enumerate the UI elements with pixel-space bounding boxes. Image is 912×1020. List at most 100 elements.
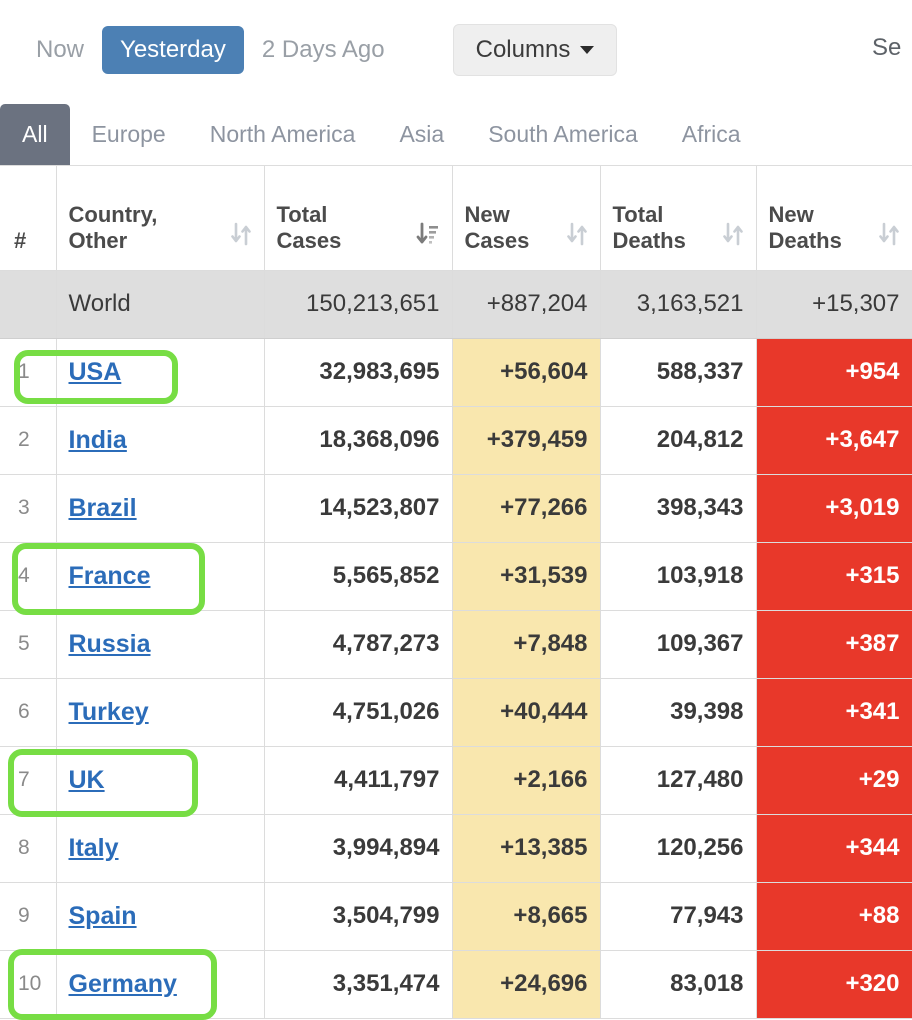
- cell-rank: 5: [0, 610, 57, 679]
- cell-total-deaths: 204,812: [600, 406, 757, 475]
- sort-descending-icon[interactable]: [416, 221, 440, 253]
- time-filter-now[interactable]: Now: [18, 26, 102, 74]
- column-header-country-line1: Country,: [68, 201, 158, 227]
- country-link[interactable]: India: [69, 426, 127, 454]
- country-link[interactable]: Brazil: [69, 494, 137, 522]
- cell-new-deaths: +88: [756, 882, 912, 951]
- column-header-total-deaths-line2: Deaths: [612, 227, 686, 253]
- cell-new-deaths: +15,307: [756, 270, 912, 339]
- country-link[interactable]: Turkey: [69, 698, 149, 726]
- country-link[interactable]: Germany: [69, 970, 177, 998]
- table-row[interactable]: 9 Spain 3,504,799 +8,665 77,943 +88: [0, 882, 912, 951]
- time-filter-2-days-ago[interactable]: 2 Days Ago: [244, 26, 403, 74]
- region-tab-all[interactable]: All: [0, 104, 70, 165]
- country-link[interactable]: Spain: [69, 902, 137, 930]
- column-header-total-cases-line1: Total: [276, 201, 328, 227]
- table-row-world[interactable]: World 150,213,651 +887,204 3,163,521 +15…: [0, 270, 912, 339]
- columns-button-label: Columns: [475, 36, 571, 63]
- cell-total-deaths: 103,918: [600, 542, 757, 611]
- region-tab-north-america[interactable]: North America: [188, 104, 378, 165]
- cell-new-deaths: +3,647: [756, 406, 912, 475]
- columns-dropdown-button[interactable]: Columns: [452, 24, 618, 76]
- cell-total-cases: 18,368,096: [264, 406, 453, 475]
- table-row[interactable]: 1 USA 32,983,695 +56,604 588,337 +954: [0, 338, 912, 407]
- cell-total-deaths: 77,943: [600, 882, 757, 951]
- cell-rank: 3: [0, 474, 57, 543]
- covid-statistics-table: # Country, Other Total Cases New Cases T…: [0, 166, 912, 1019]
- cell-rank: 9: [0, 882, 57, 951]
- region-tab-asia[interactable]: Asia: [377, 104, 466, 165]
- column-header-country[interactable]: Country, Other: [56, 166, 265, 271]
- sort-none-icon[interactable]: [878, 221, 900, 253]
- cell-rank: 8: [0, 814, 57, 883]
- table-row[interactable]: 8 Italy 3,994,894 +13,385 120,256 +344: [0, 814, 912, 883]
- table-body: World 150,213,651 +887,204 3,163,521 +15…: [0, 270, 912, 1019]
- top-toolbar: Now Yesterday 2 Days Ago Columns: [0, 0, 912, 100]
- cell-country: Brazil: [56, 474, 265, 543]
- cell-total-deaths: 127,480: [600, 746, 757, 815]
- country-link[interactable]: Italy: [69, 834, 119, 862]
- region-tab-south-america[interactable]: South America: [466, 104, 660, 165]
- cell-rank: [0, 270, 57, 339]
- column-header-country-line2: Other: [68, 227, 128, 253]
- cell-new-cases: +24,696: [452, 950, 601, 1019]
- cell-country: Germany: [56, 950, 265, 1019]
- sort-none-icon[interactable]: [722, 221, 744, 253]
- cell-new-cases: +77,266: [452, 474, 601, 543]
- country-link[interactable]: France: [69, 562, 151, 590]
- cell-total-cases: 3,994,894: [264, 814, 453, 883]
- column-header-new-deaths[interactable]: New Deaths: [756, 166, 912, 271]
- cell-rank: 4: [0, 542, 57, 611]
- cell-total-cases: 4,411,797: [264, 746, 453, 815]
- cell-new-deaths: +3,019: [756, 474, 912, 543]
- cell-country: India: [56, 406, 265, 475]
- cell-total-deaths: 3,163,521: [600, 270, 757, 339]
- table-row[interactable]: 2 India 18,368,096 +379,459 204,812 +3,6…: [0, 406, 912, 475]
- cell-total-deaths: 398,343: [600, 474, 757, 543]
- region-tab-bar: All Europe North America Asia South Amer…: [0, 104, 912, 166]
- region-tab-africa[interactable]: Africa: [660, 104, 763, 165]
- table-row[interactable]: 6 Turkey 4,751,026 +40,444 39,398 +341: [0, 678, 912, 747]
- column-header-total-cases[interactable]: Total Cases: [264, 166, 453, 271]
- column-header-new-cases-line1: New: [464, 201, 510, 227]
- cell-new-cases: +7,848: [452, 610, 601, 679]
- cell-total-cases: 3,351,474: [264, 950, 453, 1019]
- cell-new-deaths: +320: [756, 950, 912, 1019]
- table-row[interactable]: 7 UK 4,411,797 +2,166 127,480 +29: [0, 746, 912, 815]
- column-header-total-deaths[interactable]: Total Deaths: [600, 166, 757, 271]
- table-row[interactable]: 3 Brazil 14,523,807 +77,266 398,343 +3,0…: [0, 474, 912, 543]
- covid-statistics-table-container: # Country, Other Total Cases New Cases T…: [0, 166, 912, 1019]
- cell-total-deaths: 109,367: [600, 610, 757, 679]
- cell-total-deaths: 120,256: [600, 814, 757, 883]
- search-label: Se: [872, 34, 902, 61]
- country-link[interactable]: Russia: [69, 630, 151, 658]
- country-link[interactable]: UK: [69, 766, 105, 794]
- column-header-new-deaths-line2: Deaths: [768, 227, 842, 253]
- cell-country: Turkey: [56, 678, 265, 747]
- chevron-down-icon: [580, 46, 595, 54]
- table-row[interactable]: 4 France 5,565,852 +31,539 103,918 +315: [0, 542, 912, 611]
- sort-none-icon[interactable]: [230, 221, 252, 253]
- cell-total-cases: 32,983,695: [264, 338, 453, 407]
- column-header-new-cases[interactable]: New Cases: [452, 166, 601, 271]
- cell-rank: 7: [0, 746, 57, 815]
- sort-none-icon[interactable]: [566, 221, 588, 253]
- cell-new-cases: +379,459: [452, 406, 601, 475]
- column-header-total-cases-line2: Cases: [276, 227, 342, 253]
- cell-rank: 2: [0, 406, 57, 475]
- time-filter-yesterday[interactable]: Yesterday: [102, 26, 244, 74]
- cell-total-cases: 3,504,799: [264, 882, 453, 951]
- country-link[interactable]: USA: [69, 358, 122, 386]
- column-header-rank-label: #: [14, 227, 27, 253]
- table-row[interactable]: 5 Russia 4,787,273 +7,848 109,367 +387: [0, 610, 912, 679]
- cell-new-deaths: +954: [756, 338, 912, 407]
- cell-total-cases: 5,565,852: [264, 542, 453, 611]
- table-row[interactable]: 10 Germany 3,351,474 +24,696 83,018 +320: [0, 950, 912, 1019]
- region-tab-europe[interactable]: Europe: [70, 104, 188, 165]
- cell-new-cases: +56,604: [452, 338, 601, 407]
- column-header-new-cases-line2: Cases: [464, 227, 530, 253]
- cell-country: UK: [56, 746, 265, 815]
- column-header-rank[interactable]: #: [0, 166, 57, 271]
- column-header-new-deaths-line1: New: [768, 201, 814, 227]
- cell-country: France: [56, 542, 265, 611]
